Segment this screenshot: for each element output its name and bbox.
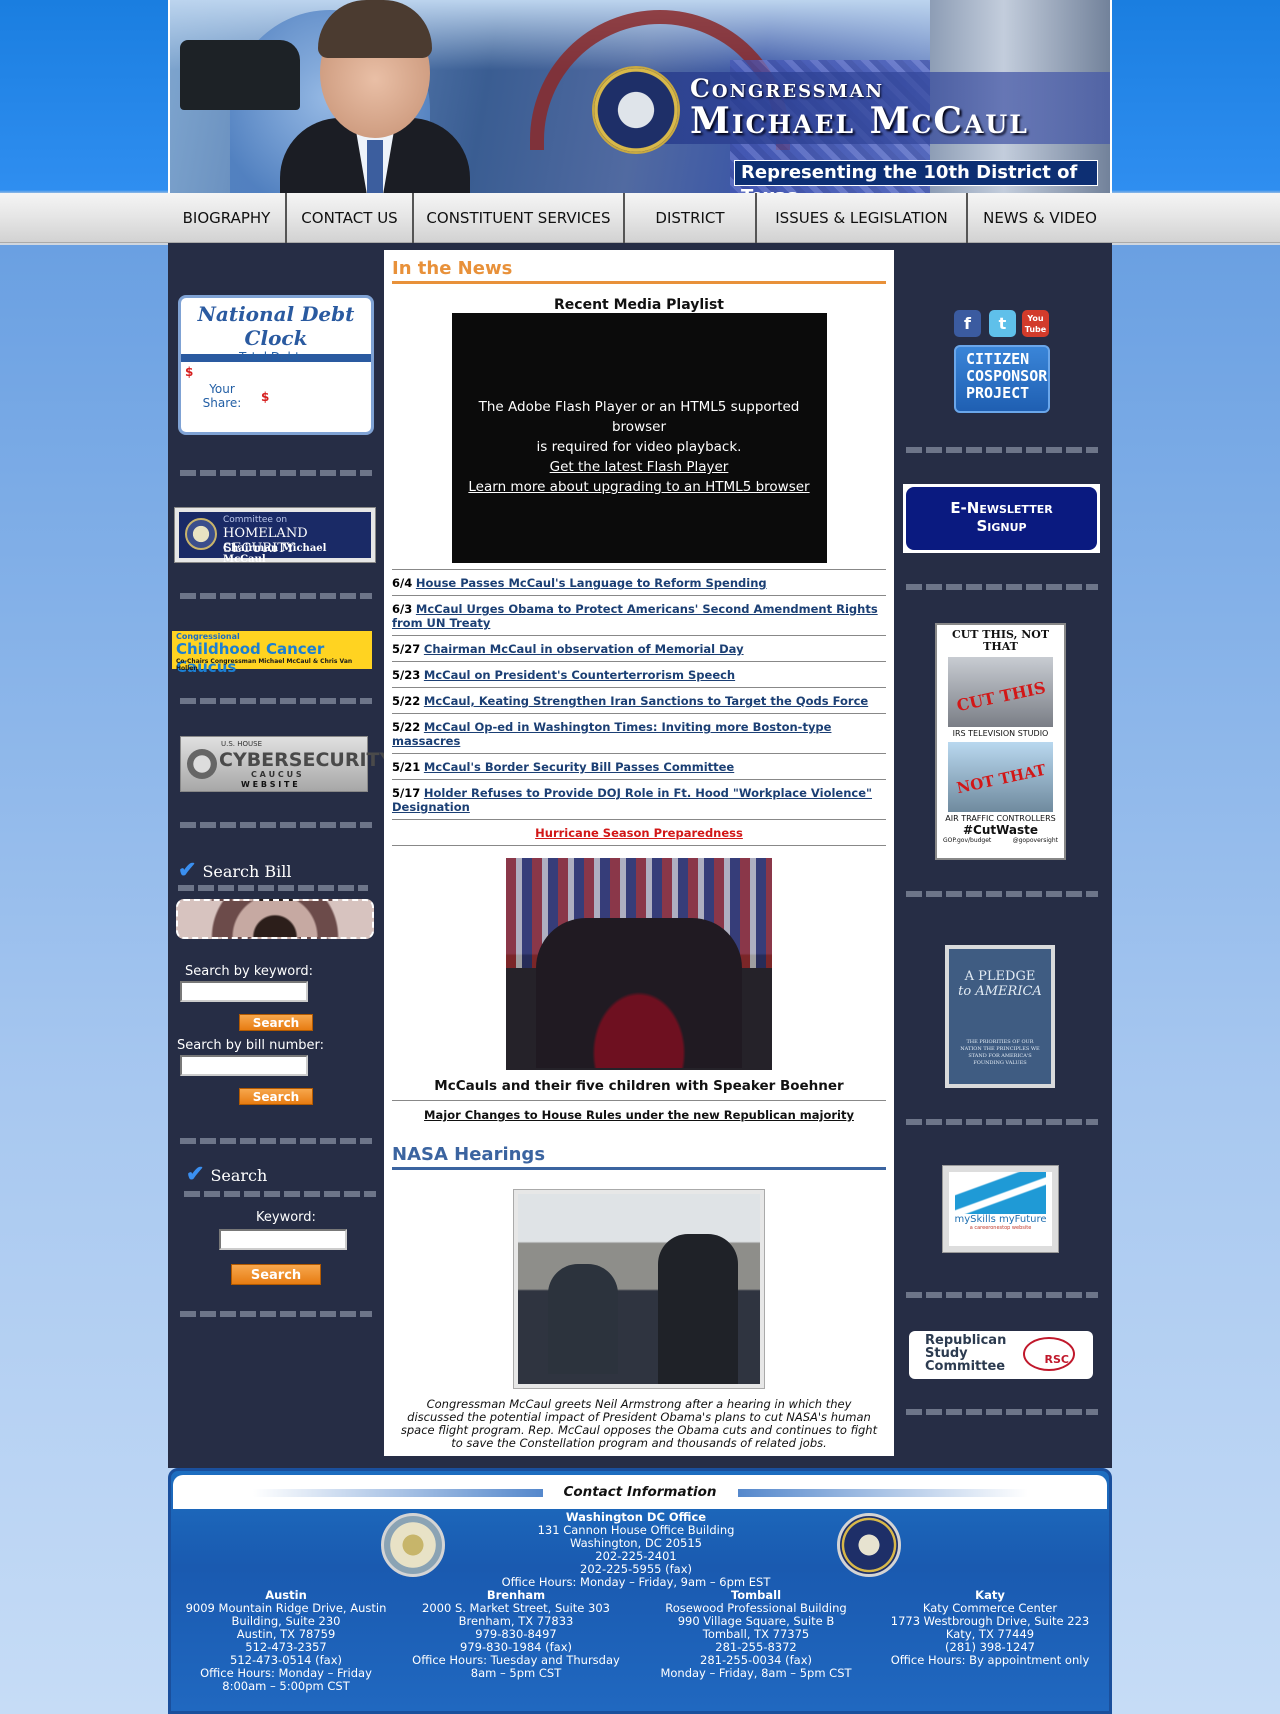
contact-footer: Contact Information Washington DC Office… (168, 1468, 1112, 1714)
cybersecurity-caucus-link[interactable]: U.S. HOUSE CYBERSECURITY C A U C U S W E… (180, 736, 393, 792)
bill-keyword-search-button[interactable]: Search (239, 1014, 313, 1031)
divider (906, 447, 1098, 453)
bill-number-search-button[interactable]: Search (239, 1088, 313, 1105)
main-nav: BIOGRAPHY CONTACT US CONSTITUENT SERVICE… (0, 193, 1280, 243)
divider (180, 593, 372, 599)
twitter-icon[interactable]: t (989, 310, 1016, 337)
myskills-myfuture-link[interactable]: mySkills myFuture a careeronestop websit… (942, 1165, 1059, 1253)
your-share-label: Your Share: (202, 382, 242, 410)
in-the-news-heading: In the News (392, 250, 886, 284)
hurricane-preparedness-link[interactable]: Hurricane Season Preparedness (392, 819, 886, 846)
texas-seal-icon (381, 1513, 445, 1577)
get-flash-link[interactable]: Get the latest Flash Player (452, 457, 827, 477)
capitol-rotunda-image (176, 899, 374, 939)
news-item[interactable]: 6/4 House Passes McCaul's Language to Re… (392, 569, 886, 595)
nav-news-video[interactable]: NEWS & VIDEO (968, 193, 1112, 243)
house-rules-link[interactable]: Major Changes to House Rules under the n… (392, 1108, 886, 1122)
debt-clock-widget[interactable]: National Debt Clock Total Debt: $ Your S… (178, 295, 374, 435)
citizen-cosponsor-link[interactable]: CITIZEN COSPONSOR PROJECT (954, 345, 1050, 413)
divider (906, 584, 1098, 590)
nasa-photo-caption: Congressman McCaul greets Neil Armstrong… (400, 1397, 878, 1450)
house-seal-footer-icon (837, 1513, 901, 1577)
divider (180, 1138, 372, 1144)
divider (178, 885, 368, 891)
austin-office: Austin 9009 Mountain Ridge Drive, Austin… (185, 1588, 387, 1693)
banner-subtitle: Representing the 10th District of Texas (734, 160, 1098, 207)
site-keyword-input[interactable] (219, 1229, 347, 1250)
republican-study-committee-link[interactable]: Republican Study Committee RSC (909, 1331, 1093, 1379)
divider (906, 1292, 1098, 1298)
html5-browser-link[interactable]: Learn more about upgrading to an HTML5 b… (452, 477, 827, 497)
family-photo-caption: McCauls and their five children with Spe… (392, 1078, 886, 1101)
search-bill-heading: ✔ Search Bill (178, 857, 292, 883)
tomball-office: Tomball Rosewood Professional Building 9… (660, 1588, 852, 1680)
news-item[interactable]: 5/22 McCaul Op-ed in Washington Times: I… (392, 713, 886, 753)
news-item[interactable]: 5/27 Chairman McCaul in observation of M… (392, 635, 886, 661)
divider (180, 822, 372, 828)
search-keyword-label: Search by keyword: (185, 964, 313, 979)
divider (906, 1119, 1098, 1125)
nav-biography[interactable]: BIOGRAPHY (168, 193, 287, 243)
rsc-elephant-icon: RSC (1023, 1337, 1075, 1371)
banner-title-line1: Congressman (690, 74, 885, 103)
cut-waste-ad[interactable]: CUT THIS, NOT THAT CUT THIS IRS TELEVISI… (935, 623, 1066, 860)
homeland-security-link[interactable]: Committee on HOMELAND SECURITY Chairman … (174, 507, 376, 565)
search-bill-number-label: Search by bill number: (177, 1038, 324, 1053)
enewsletter-signup-button[interactable]: E-Newsletter Signup (903, 484, 1100, 553)
bill-keyword-input[interactable] (180, 981, 308, 1002)
nav-constituent-services[interactable]: CONSTITUENT SERVICES (414, 193, 625, 243)
your-share-value: $ (261, 390, 270, 404)
checkmark-icon: ✔ (186, 1161, 205, 1187)
total-debt-value: $ (185, 365, 194, 379)
news-item[interactable]: 5/22 McCaul, Keating Strengthen Iran San… (392, 687, 886, 713)
nav-contact-us[interactable]: CONTACT US (287, 193, 414, 243)
nav-issues-legislation[interactable]: ISSUES & LEGISLATION (757, 193, 968, 243)
video-player[interactable]: The Adobe Flash Player or an HTML5 suppo… (451, 313, 827, 563)
dhs-seal-icon (185, 518, 217, 550)
brenham-office: Brenham 2000 S. Market Street, Suite 303… (412, 1588, 620, 1680)
cyber-seal-icon (187, 749, 217, 779)
news-item[interactable]: 5/21 McCaul's Border Security Bill Passe… (392, 753, 886, 779)
nav-district[interactable]: DISTRICT (625, 193, 757, 243)
nasa-hearing-photo (513, 1189, 765, 1389)
facebook-icon[interactable]: f (954, 310, 981, 337)
checkmark-icon: ✔ (178, 857, 197, 883)
dc-office: Washington DC Office 131 Cannon House Of… (501, 1510, 771, 1589)
divider (184, 1191, 376, 1197)
banner-title-line2: Michael McCaul (690, 100, 1029, 142)
main-content: In the News Recent Media Playlist The Ad… (384, 250, 894, 1456)
playlist-title: Recent Media Playlist (554, 297, 724, 313)
news-item[interactable]: 5/17 Holder Refuses to Provide DOJ Role … (392, 779, 886, 819)
news-item[interactable]: 6/3 McCaul Urges Obama to Protect Americ… (392, 595, 886, 635)
katy-office: Katy Katy Commerce Center 1773 Westbroug… (890, 1588, 1090, 1667)
divider (906, 1409, 1098, 1415)
keyword-label: Keyword: (256, 1210, 316, 1225)
divider (906, 891, 1098, 897)
total-debt-label: Total Debt: (239, 350, 304, 364)
family-photo (506, 858, 772, 1070)
page-body: National Debt Clock Total Debt: $ Your S… (168, 243, 1112, 1468)
divider (180, 1311, 372, 1317)
search-heading: ✔ Search (186, 1161, 268, 1187)
contact-information-heading: Contact Information (563, 1484, 717, 1500)
congressman-portrait (270, 0, 480, 193)
site-search-button[interactable]: Search (231, 1264, 321, 1285)
news-item[interactable]: 5/23 McCaul on President's Counterterror… (392, 661, 886, 687)
debt-clock-title: National Debt Clock (197, 302, 355, 350)
divider (180, 470, 372, 476)
pledge-to-america-link[interactable]: A PLEDGE to AMERICA THE PRIORITIES OF OU… (945, 945, 1055, 1088)
divider (180, 698, 372, 704)
childhood-cancer-caucus-link[interactable]: Congressional Childhood Cancer Caucus Co… (172, 631, 372, 676)
house-seal-icon (592, 66, 680, 154)
youtube-icon[interactable]: You Tube (1022, 310, 1049, 337)
bill-number-input[interactable] (180, 1055, 308, 1076)
nasa-hearings-heading: NASA Hearings (392, 1136, 886, 1170)
myskills-logo-icon (955, 1172, 1046, 1214)
